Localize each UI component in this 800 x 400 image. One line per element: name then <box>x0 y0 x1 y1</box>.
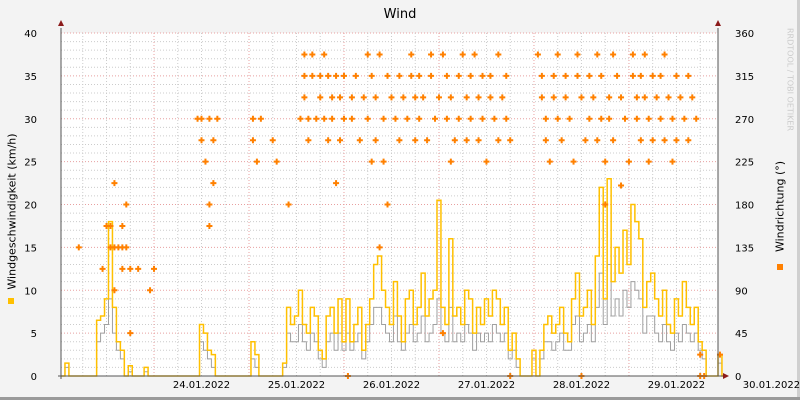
x-tick-label: 30.01.2022 <box>743 380 800 391</box>
x-axis-arrow-icon <box>723 373 729 379</box>
y2-tick-label: 315 <box>735 72 754 83</box>
y2-tick-label: 225 <box>735 158 754 169</box>
y-tick-label: 10 <box>24 286 37 297</box>
y-tick-label: 5 <box>31 329 37 340</box>
y-axis-label-left: Windgeschwindigkeit (km/h) <box>5 133 19 290</box>
y2-tick-label: 90 <box>735 286 748 297</box>
y2-tick-label: 45 <box>735 329 748 340</box>
x-tick-label: 24.01.2022 <box>173 380 230 391</box>
y-axis-arrow-icon <box>58 20 64 26</box>
y2-tick-label: 180 <box>735 201 754 212</box>
watermark: RRDTOOL / TOBI OETIKER <box>785 27 795 132</box>
y-tick-label: 25 <box>24 158 37 169</box>
plot-area: 0 5 10 15 20 25 30 35 40 0 45 90 135 180 225 270 315 360 2… <box>24 20 800 391</box>
y-tick-label: 35 <box>24 72 37 83</box>
x-tick-label: 28.01.2022 <box>553 380 610 391</box>
x-tick-label: 25.01.2022 <box>268 380 325 391</box>
y-tick-label: 20 <box>24 201 37 212</box>
y2-tick-label: 360 <box>735 29 754 40</box>
legend-swatch-wind-speed <box>8 298 14 304</box>
legend-swatch-wind-direction <box>777 264 783 270</box>
y-tick-label: 40 <box>24 29 37 40</box>
chart-canvas: Wind 0 5 10 15 20 25 30 35 40 0 45 90 135 180 225 270 31… <box>0 0 800 400</box>
y2-tick-label: 135 <box>735 243 754 254</box>
y-tick-label: 0 <box>31 372 37 383</box>
y-tick-label: 30 <box>24 115 37 126</box>
x-tick-label: 29.01.2022 <box>648 380 705 391</box>
y2-tick-label: 270 <box>735 115 754 126</box>
x-tick-label: 27.01.2022 <box>458 380 515 391</box>
y2-tick-label: 0 <box>735 372 741 383</box>
x-tick-label: 26.01.2022 <box>363 380 420 391</box>
y-tick-label: 15 <box>24 243 37 254</box>
y-axis-label-right: Windrichtung (°) <box>773 160 787 253</box>
y2-axis-arrow-icon <box>715 20 721 26</box>
